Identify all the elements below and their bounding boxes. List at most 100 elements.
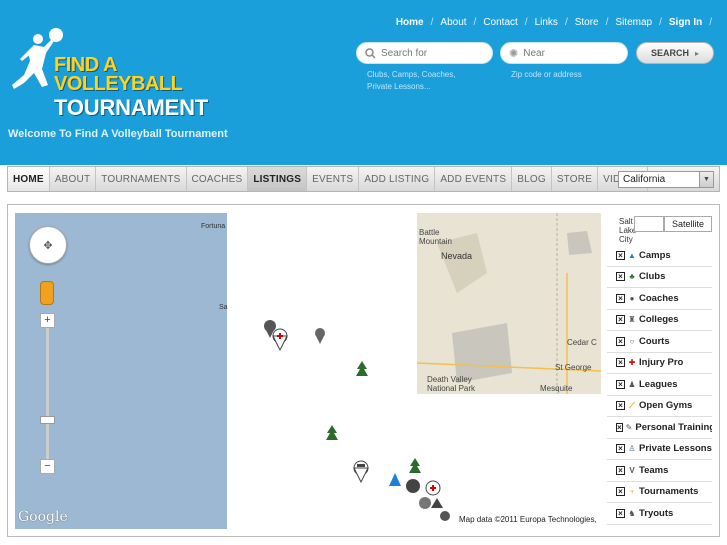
checkbox[interactable]: × (616, 422, 623, 432)
legend-row-clubs[interactable]: × ♣ Clubs (607, 267, 712, 288)
checkbox[interactable]: × (616, 465, 625, 475)
near-input[interactable]: ✺ Near (500, 42, 628, 64)
legend-label: Clubs (639, 271, 666, 283)
pan-control[interactable]: ✥ (29, 226, 67, 264)
map-label-death-valley: Death Valley National Park (427, 375, 476, 393)
site-header: FIND A VOLLEYBALL TOURNAMENT Welcome To … (0, 0, 727, 165)
google-logo: Google (18, 509, 68, 525)
map-marker-gym[interactable] (313, 326, 327, 348)
search-icon (365, 47, 376, 59)
private-lessons-icon: ♙ (628, 444, 636, 454)
near-placeholder: Near (523, 47, 545, 59)
checkbox[interactable]: × (616, 336, 625, 346)
map-marker-cluster[interactable] (260, 318, 290, 358)
tab-add-events[interactable]: ADD EVENTS (435, 167, 513, 191)
search-for-input[interactable]: Search for (356, 42, 493, 64)
tab-tournaments[interactable]: TOURNAMENTS (96, 167, 187, 191)
legend-row-teams[interactable]: × V Teams (607, 460, 712, 482)
zoom-slider-handle[interactable] (40, 416, 55, 424)
legend-row-courts[interactable]: × ○ Courts (607, 331, 712, 353)
clubs-icon: ♣ (629, 272, 635, 282)
topnav-home[interactable]: Home (396, 17, 424, 28)
pan-arrows-icon: ✥ (43, 239, 53, 252)
coaches-icon: ● (629, 293, 635, 303)
map-marker-cluster-south[interactable] (385, 458, 455, 528)
tab-home[interactable]: HOME (8, 167, 50, 191)
satellite-button[interactable]: Satellite (664, 216, 712, 232)
legend-row-injury-pro[interactable]: × ✚ Injury Pro (607, 353, 712, 374)
location-icon: ✺ (509, 47, 519, 60)
tryouts-icon: ♞ (628, 508, 636, 518)
tab-coaches[interactable]: COACHES (187, 167, 249, 191)
tab-listings[interactable]: LISTINGS (248, 167, 308, 191)
separator: / (430, 17, 434, 28)
map-type-button[interactable] (634, 216, 664, 232)
legend-row-tryouts[interactable]: × ♞ Tryouts (607, 503, 712, 525)
legend-label: Camps (639, 249, 671, 261)
checkbox[interactable]: × (616, 508, 625, 518)
site-logo[interactable]: FIND A VOLLEYBALL TOURNAMENT (8, 25, 240, 127)
tab-add-listing[interactable]: ADD LISTING (359, 167, 436, 191)
street-view-pegman-icon[interactable] (40, 281, 54, 305)
topnav-links[interactable]: Links (535, 17, 558, 28)
chevron-down-icon: ▼ (699, 172, 713, 187)
zoom-in-button[interactable]: + (40, 313, 55, 328)
checkbox[interactable]: × (616, 272, 625, 282)
main-navigation: HOME ABOUT TOURNAMENTS COACHES LISTINGS … (7, 166, 720, 192)
legend-row-camps[interactable]: × ▲ Camps (607, 245, 712, 267)
checkbox[interactable]: × (616, 444, 625, 454)
teams-icon: V (629, 465, 635, 475)
search-button[interactable]: SEARCH ▸ (636, 42, 714, 64)
checkbox[interactable]: × (616, 401, 625, 411)
checkbox[interactable]: × (616, 379, 625, 389)
tab-blog[interactable]: BLOG (512, 167, 552, 191)
state-select-value: California (623, 174, 666, 185)
zoom-out-button[interactable]: − (40, 459, 55, 474)
legend-row-coaches[interactable]: × ● Coaches (607, 288, 712, 310)
topnav-store[interactable]: Store (575, 17, 599, 28)
legend-row-leagues[interactable]: × ♟ Leagues (607, 374, 712, 396)
legend-label: Tryouts (639, 507, 674, 519)
legend-row-colleges[interactable]: × ♜ Colleges (607, 310, 712, 331)
map-marker-college[interactable] (353, 460, 369, 484)
listings-map[interactable]: Fortuna Sa Battle Mountain Nevada Death … (15, 213, 712, 529)
zoom-slider-track[interactable] (46, 313, 49, 468)
tournaments-icon: ♆ (629, 487, 635, 497)
legend-row-private-lessons[interactable]: × ♙ Private Lessons (607, 439, 712, 460)
topnav-contact[interactable]: Contact (483, 17, 517, 28)
state-select[interactable]: California ▼ (618, 171, 714, 188)
topnav-about[interactable]: About (440, 17, 466, 28)
search-for-placeholder: Search for (381, 47, 428, 59)
map-frame: Fortuna Sa Battle Mountain Nevada Death … (7, 204, 720, 537)
legend-label: Tournaments (639, 486, 699, 498)
legend-row-tournaments[interactable]: × ♆ Tournaments (607, 482, 712, 503)
checkbox[interactable]: × (616, 358, 625, 368)
map-label-sa: Sa (219, 304, 228, 311)
legend-row-personal-training[interactable]: × ✎ Personal Training (607, 417, 712, 439)
separator: / (473, 17, 477, 28)
topnav-sign-in[interactable]: Sign In (669, 17, 702, 28)
checkbox[interactable]: × (616, 315, 625, 325)
colleges-icon: ♜ (628, 315, 636, 325)
map-marker-club[interactable] (325, 425, 339, 447)
legend-label: Open Gyms (639, 400, 693, 412)
tab-about[interactable]: ABOUT (50, 167, 97, 191)
legend-label: Teams (639, 464, 669, 476)
leagues-icon: ♟ (628, 379, 636, 389)
tab-events[interactable]: EVENTS (307, 167, 360, 191)
separator: / (709, 17, 712, 28)
injury-pro-icon: ✚ (628, 358, 636, 368)
legend-label: Personal Training (635, 421, 712, 433)
checkbox[interactable]: × (616, 293, 625, 303)
checkbox[interactable]: × (616, 250, 625, 260)
map-marker-club[interactable] (355, 361, 369, 383)
legend-label: Colleges (639, 314, 679, 326)
separator: / (659, 17, 662, 28)
checkbox[interactable]: × (616, 487, 625, 497)
legend-row-open-gyms[interactable]: × ⟋ Open Gyms (607, 396, 712, 417)
legend-label: Leagues (639, 378, 678, 390)
topnav-sitemap[interactable]: Sitemap (615, 17, 652, 28)
tab-store[interactable]: STORE (552, 167, 599, 191)
near-hint: Zip code or address (511, 70, 582, 79)
personal-training-icon: ✎ (625, 422, 633, 432)
